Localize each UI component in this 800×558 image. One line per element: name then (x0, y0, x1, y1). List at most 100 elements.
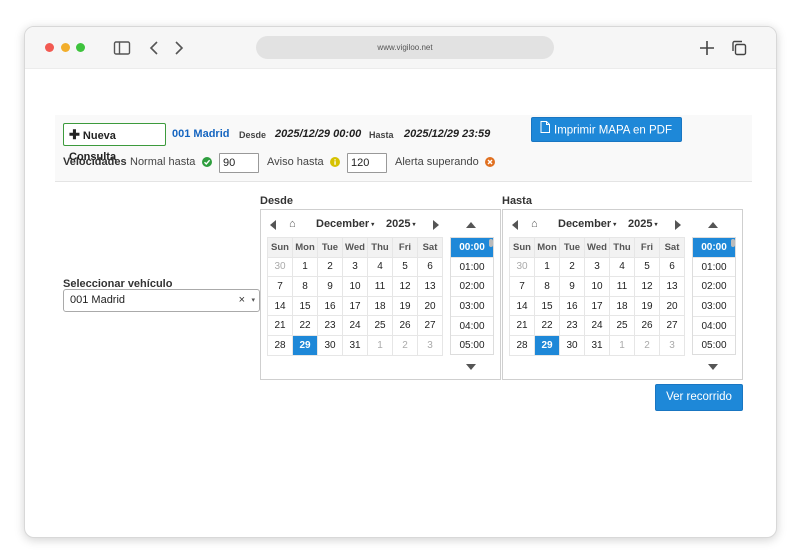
calendar-day[interactable]: 28 (509, 334, 535, 356)
calendar-day[interactable]: 10 (584, 276, 610, 297)
time-option[interactable]: 03:00 (693, 297, 735, 317)
calendar-day[interactable]: 29 (292, 334, 318, 356)
calendar-day[interactable]: 12 (392, 276, 418, 297)
calendar-day[interactable]: 27 (417, 315, 443, 336)
calendar-day[interactable]: 30 (559, 334, 585, 356)
calendar-day[interactable]: 31 (342, 334, 368, 356)
time-option[interactable]: 01:00 (451, 258, 493, 278)
notice-speed-input[interactable]: 120 (347, 153, 387, 173)
calendar-day[interactable]: 30 (317, 334, 343, 356)
forward-icon[interactable] (169, 39, 187, 57)
calendar-day[interactable]: 19 (634, 295, 660, 317)
time-scroll-up-icon[interactable] (708, 222, 718, 228)
time-option[interactable]: 05:00 (693, 336, 735, 354)
calendar-day[interactable]: 17 (342, 295, 368, 317)
calendar-day[interactable]: 14 (267, 295, 293, 317)
calendar-day[interactable]: 24 (342, 315, 368, 336)
time-list[interactable]: 00:00 01:00 02:00 03:00 04:00 05:00 (450, 237, 494, 355)
calendar-day[interactable]: 9 (317, 276, 343, 297)
calendar-day[interactable]: 15 (292, 295, 318, 317)
minimize-window-button[interactable] (61, 43, 70, 52)
calendar-day[interactable]: 13 (659, 276, 685, 297)
year-select[interactable]: 2025 ▾ (628, 218, 658, 230)
calendar-day[interactable]: 6 (417, 256, 443, 278)
calendar-day[interactable]: 31 (584, 334, 610, 356)
calendar-day[interactable]: 10 (342, 276, 368, 297)
home-icon[interactable]: ⌂ (289, 218, 296, 230)
address-bar[interactable]: www.vigiloo.net (256, 36, 554, 59)
time-option[interactable]: 03:00 (451, 297, 493, 317)
calendar-day[interactable]: 4 (367, 256, 393, 278)
time-option[interactable]: 02:00 (693, 277, 735, 298)
time-option[interactable]: 05:00 (451, 336, 493, 354)
calendar-day[interactable]: 16 (317, 295, 343, 317)
month-select[interactable]: December ▾ (558, 218, 616, 230)
time-scroll-up-icon[interactable] (466, 222, 476, 228)
calendar-day[interactable]: 18 (367, 295, 393, 317)
calendar-day[interactable]: 1 (534, 256, 560, 278)
time-option[interactable]: 04:00 (693, 317, 735, 337)
calendar-day[interactable]: 22 (534, 315, 560, 336)
dropdown-arrow-icon[interactable]: ▾ (251, 290, 255, 311)
calendar-day[interactable]: 6 (659, 256, 685, 278)
time-option[interactable]: 01:00 (693, 258, 735, 278)
calendar-day[interactable]: 26 (634, 315, 660, 336)
calendar-day[interactable]: 18 (609, 295, 635, 317)
normal-speed-input[interactable]: 90 (219, 153, 259, 173)
time-scroll-down-icon[interactable] (708, 364, 718, 370)
calendar-day[interactable]: 29 (534, 334, 560, 356)
scrollbar-thumb[interactable] (489, 239, 493, 247)
calendar-day[interactable]: 2 (634, 334, 660, 356)
calendar-day[interactable]: 8 (292, 276, 318, 297)
month-select[interactable]: December ▾ (316, 218, 374, 230)
calendar-day[interactable]: 24 (584, 315, 610, 336)
calendar-day[interactable]: 7 (509, 276, 535, 297)
calendar-day[interactable]: 9 (559, 276, 585, 297)
calendar-day[interactable]: 3 (584, 256, 610, 278)
tabs-overview-icon[interactable] (730, 39, 748, 57)
time-scroll-down-icon[interactable] (466, 364, 476, 370)
calendar-day[interactable]: 27 (659, 315, 685, 336)
prev-month-icon[interactable] (270, 220, 276, 230)
time-list[interactable]: 00:00 01:00 02:00 03:00 04:00 05:00 (692, 237, 736, 355)
vehicle-select[interactable]: 001 Madrid × ▾ (63, 289, 260, 312)
calendar-day[interactable]: 26 (392, 315, 418, 336)
calendar-day[interactable]: 3 (659, 334, 685, 356)
calendar-day[interactable]: 30 (267, 256, 293, 278)
calendar-day[interactable]: 1 (367, 334, 393, 356)
calendar-day[interactable]: 8 (534, 276, 560, 297)
calendar-day[interactable]: 20 (417, 295, 443, 317)
calendar-day[interactable]: 11 (367, 276, 393, 297)
back-icon[interactable] (146, 39, 164, 57)
calendar-day[interactable]: 30 (509, 256, 535, 278)
calendar-day[interactable]: 5 (634, 256, 660, 278)
calendar-day[interactable]: 2 (559, 256, 585, 278)
calendar-day[interactable]: 23 (559, 315, 585, 336)
calendar-day[interactable]: 12 (634, 276, 660, 297)
calendar-day[interactable]: 3 (417, 334, 443, 356)
calendar-day[interactable]: 19 (392, 295, 418, 317)
calendar-day[interactable]: 22 (292, 315, 318, 336)
calendar-day[interactable]: 15 (534, 295, 560, 317)
view-route-button[interactable]: Ver recorrido (655, 384, 743, 411)
maximize-window-button[interactable] (76, 43, 85, 52)
next-month-icon[interactable] (433, 220, 439, 230)
calendar-day[interactable]: 25 (609, 315, 635, 336)
calendar-day[interactable]: 1 (292, 256, 318, 278)
calendar-day[interactable]: 21 (267, 315, 293, 336)
scrollbar-thumb[interactable] (731, 239, 735, 247)
calendar-day[interactable]: 17 (584, 295, 610, 317)
calendar-day[interactable]: 5 (392, 256, 418, 278)
prev-month-icon[interactable] (512, 220, 518, 230)
year-select[interactable]: 2025 ▾ (386, 218, 416, 230)
home-icon[interactable]: ⌂ (531, 218, 538, 230)
calendar-day[interactable]: 14 (509, 295, 535, 317)
close-window-button[interactable] (45, 43, 54, 52)
calendar-day[interactable]: 4 (609, 256, 635, 278)
new-query-button[interactable]: ✚ Nueva Consulta (63, 123, 166, 163)
calendar-day[interactable]: 2 (392, 334, 418, 356)
calendar-day[interactable]: 11 (609, 276, 635, 297)
new-tab-icon[interactable] (698, 39, 716, 57)
calendar-day[interactable]: 1 (609, 334, 635, 356)
next-month-icon[interactable] (675, 220, 681, 230)
